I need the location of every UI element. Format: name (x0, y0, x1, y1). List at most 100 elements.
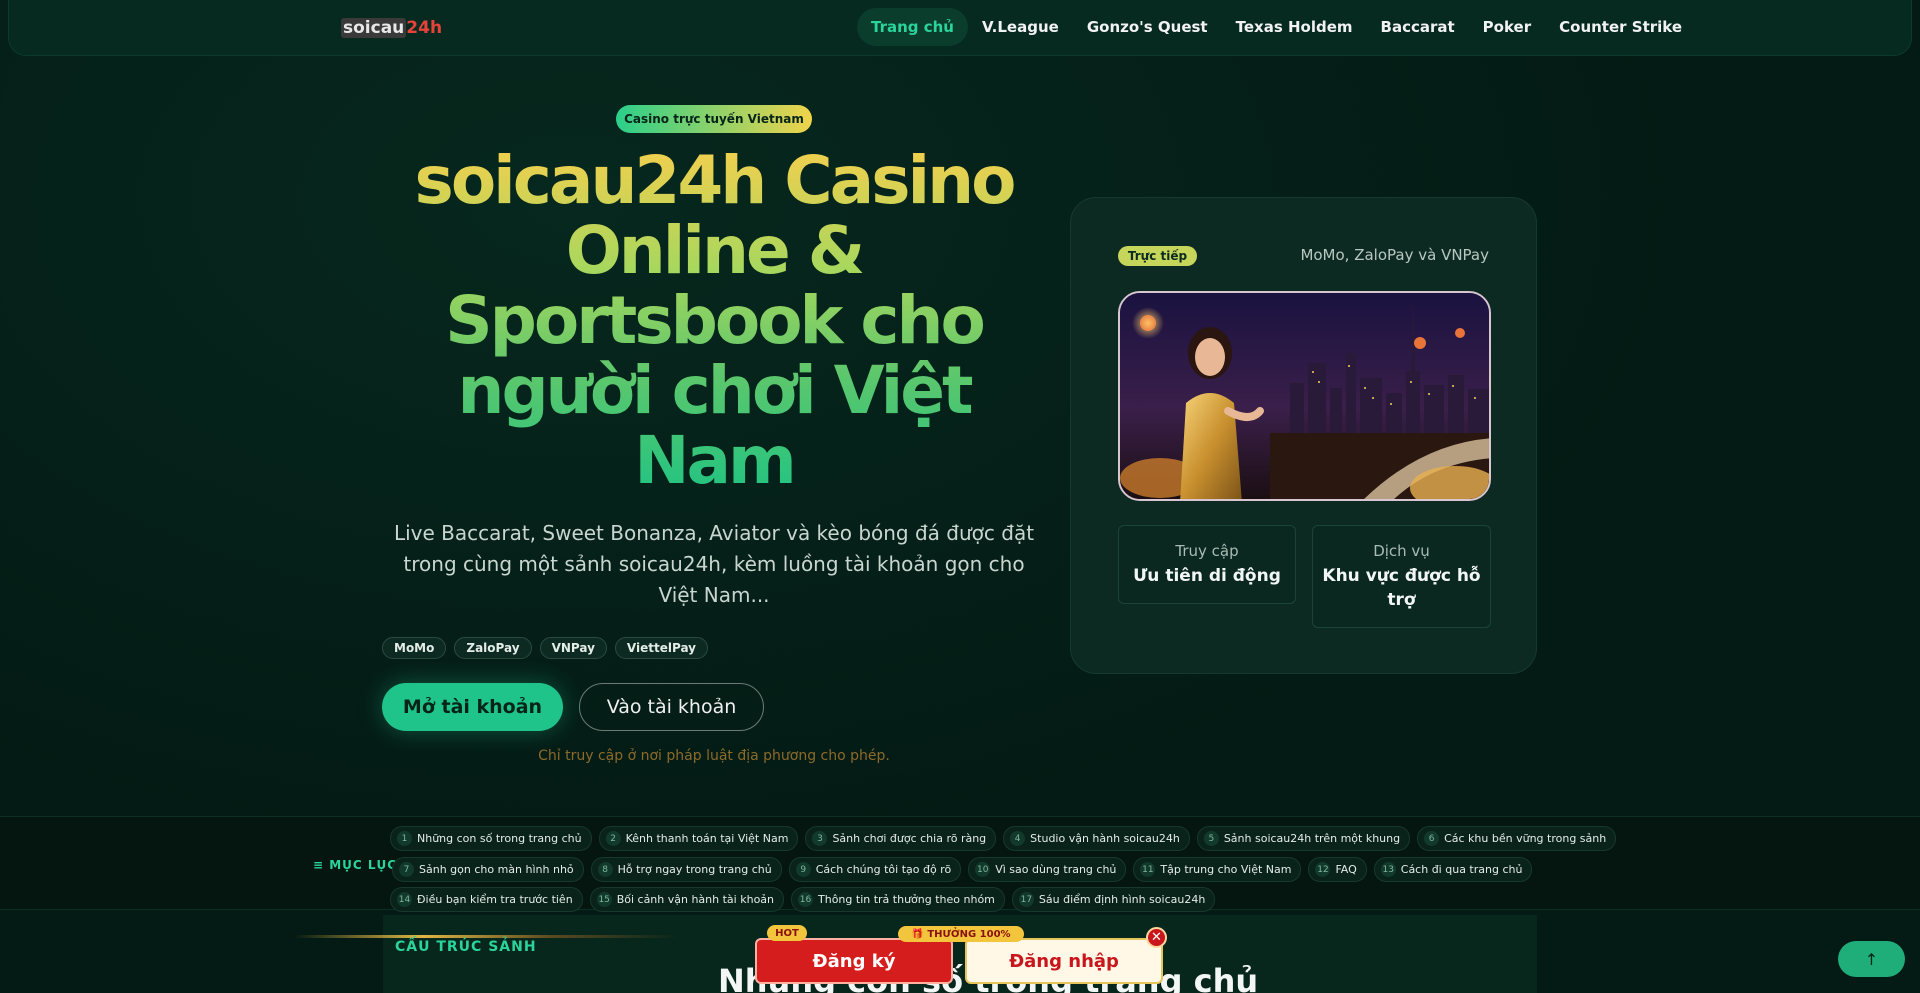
nav-links: Trang chủ V.League Gonzo's Quest Texas H… (857, 8, 1696, 46)
info-box-access-value: Ưu tiên di động (1133, 566, 1281, 586)
hero-title: soicau24h Casino Online & Sportsbook cho… (380, 146, 1048, 496)
payment-pills: MoMo ZaloPay VNPay ViettelPay (382, 637, 708, 659)
toc-row-1: 1 Những con số trong trang chủ 2 Kênh than… (390, 826, 1617, 851)
toc-item-label: Thông tin trả thưởng theo nhóm (818, 893, 995, 906)
hot-badge: HOT (767, 925, 807, 941)
toc-item[interactable]: 5 Sảnh soicau24h trên một khung (1196, 826, 1411, 851)
toc-item[interactable]: 15 Bối cảnh vận hành tài khoản (589, 887, 785, 912)
toc-item[interactable]: 6 Các khu bền vững trong sảnh (1417, 826, 1617, 851)
toc-item-number: 1 (397, 831, 412, 846)
toc-item-label: Cách đi qua trang chủ (1400, 863, 1523, 876)
toc-item-number: 2 (605, 831, 621, 846)
toc-label-text: MỤC LỤC (329, 858, 398, 872)
open-account-button[interactable]: Mở tài khoản (382, 683, 563, 731)
toc-item[interactable]: 4 Studio vận hành soicau24h (1003, 826, 1190, 851)
toc-item-label: Tập trung cho Việt Nam (1160, 863, 1292, 876)
card-payments-text: MoMo, ZaloPay và VNPay (1300, 246, 1489, 264)
toc-item-number: 3 (812, 831, 828, 846)
info-box-access: Truy cập Ưu tiên di động (1118, 525, 1296, 604)
toc-label: ≡ MỤC LỤC (313, 858, 397, 872)
hero-subtitle: Live Baccarat, Sweet Bonanza, Aviator và… (393, 521, 1035, 607)
toc-item-number: 4 (1010, 831, 1026, 846)
list-icon: ≡ (313, 858, 330, 872)
toc-item-number: 17 (1018, 892, 1034, 907)
toc-item[interactable]: 3 Sảnh chơi được chia rõ ràng (805, 826, 997, 851)
toc-item[interactable]: 16 Thông tin trả thưởng theo nhóm (791, 887, 1005, 912)
toc-item-label: Kênh thanh toán tại Việt Nam (625, 832, 789, 845)
toc-item-label: Điều bạn kiểm tra trước tiên (417, 893, 573, 906)
toc-item-label: Hỗ trợ ngay trong trang chủ (617, 863, 772, 876)
hero-card: Trực tiếp MoMo, ZaloPay và VNPay Truy cậ… (1070, 197, 1537, 674)
toc-item[interactable]: 9 Cách chúng tôi tạo độ rõ (788, 857, 962, 882)
table-of-contents: ≡ MỤC LỤC 1 Những con số trong trang chủ … (0, 816, 1920, 912)
toc-item-label: Sảnh gọn cho màn hình nhỏ (419, 863, 574, 876)
toc-item[interactable]: 14 Điều bạn kiểm tra trước tiên (390, 887, 583, 912)
toc-item-number: 16 (798, 892, 814, 907)
login-button[interactable]: Đăng nhập (965, 938, 1163, 984)
info-box-service-value: Khu vực được hỗ trợ (1322, 566, 1481, 610)
toc-item-number: 11 (1140, 862, 1156, 877)
logo-text-part1: soicau (341, 18, 407, 38)
toc-item[interactable]: 8 Hỗ trợ ngay trong trang chủ (590, 857, 782, 882)
nav-link-vleague[interactable]: V.League (968, 8, 1073, 46)
toc-item[interactable]: 7 Sảnh gọn cho màn hình nhỏ (392, 857, 584, 882)
section-eyebrow: CẤU TRÚC SẢNH (395, 939, 537, 955)
toc-item-number: 7 (399, 862, 414, 877)
bonus-badge: 🎁 THƯỞNG 100% (898, 926, 1024, 942)
arrow-up-icon: ↑ (1864, 949, 1879, 969)
hero-badge: Casino trực tuyến Vietnam (616, 105, 812, 133)
toc-item-label: Cách chúng tôi tạo độ rõ (815, 863, 952, 876)
toc-item[interactable]: 12 FAQ (1308, 857, 1367, 882)
toc-item-number: 9 (795, 862, 811, 877)
payment-pill-viettelpay: ViettelPay (614, 637, 708, 659)
toc-item[interactable]: 2 Kênh thanh toán tại Việt Nam (598, 826, 799, 851)
toc-item-label: FAQ (1335, 863, 1357, 876)
payment-pill-vnpay: VNPay (539, 637, 607, 659)
scroll-to-top-button[interactable]: ↑ (1838, 941, 1905, 977)
nav-link-counter-strike[interactable]: Counter Strike (1545, 8, 1696, 46)
legal-notice: Chỉ truy cập ở nơi pháp luật địa phương … (538, 748, 890, 764)
toc-item-label: Những con số trong trang chủ (417, 832, 582, 845)
hero-illustration (1120, 293, 1489, 499)
toc-item-number: 13 (1380, 862, 1396, 877)
payment-pill-momo: MoMo (382, 637, 447, 659)
toc-item-number: 14 (397, 892, 412, 907)
toc-item[interactable]: 1 Những con số trong trang chủ (390, 826, 592, 851)
toc-item[interactable]: 13 Cách đi qua trang chủ (1373, 857, 1533, 882)
toc-item-number: 8 (597, 862, 613, 877)
top-nav: soicau 24h Trang chủ V.League Gonzo's Que… (8, 0, 1912, 56)
toc-item[interactable]: 11 Tập trung cho Việt Nam (1133, 857, 1302, 882)
payment-pill-zalopay: ZaloPay (454, 637, 532, 659)
toc-item-label: Bối cảnh vận hành tài khoản (616, 893, 775, 906)
nav-link-texas-holdem[interactable]: Texas Holdem (1222, 8, 1367, 46)
toc-item-label: Studio vận hành soicau24h (1030, 832, 1180, 845)
toc-item-number: 10 (975, 862, 991, 877)
toc-item-number: 6 (1424, 831, 1440, 846)
nav-link-home[interactable]: Trang chủ (857, 8, 968, 46)
toc-item[interactable]: 17 Sáu điểm định hình soicau24h (1011, 887, 1216, 912)
live-tag: Trực tiếp (1118, 246, 1197, 266)
toc-item-number: 15 (596, 892, 612, 907)
info-box-service-label: Dịch vụ (1373, 542, 1430, 560)
hero-image (1118, 291, 1491, 501)
toc-item[interactable]: 10 Vì sao dùng trang chủ (968, 857, 1127, 882)
toc-item-label: Sáu điểm định hình soicau24h (1038, 893, 1206, 906)
gold-divider (294, 935, 680, 938)
toc-item-label: Sảnh soicau24h trên một khung (1223, 832, 1401, 845)
nav-link-gonzos-quest[interactable]: Gonzo's Quest (1073, 8, 1222, 46)
info-box-service: Dịch vụ Khu vực được hỗ trợ (1312, 525, 1491, 628)
toc-item-label: Vì sao dùng trang chủ (995, 863, 1117, 876)
site-logo[interactable]: soicau 24h (341, 16, 442, 40)
toc-row-3: 14 Điều bạn kiểm tra trước tiên 15 Bối cản… (390, 887, 1216, 912)
login-account-button[interactable]: Vào tài khoản (579, 683, 764, 731)
toc-item-number: 12 (1315, 862, 1331, 877)
close-icon[interactable]: ✕ (1146, 927, 1167, 948)
nav-link-poker[interactable]: Poker (1469, 8, 1545, 46)
nav-link-baccarat[interactable]: Baccarat (1367, 8, 1469, 46)
register-button[interactable]: Đăng ký (755, 938, 953, 984)
toc-item-number: 5 (1203, 831, 1219, 846)
toc-item-label: Các khu bền vững trong sảnh (1444, 832, 1607, 845)
toc-row-2: 7 Sảnh gọn cho màn hình nhỏ 8 Hỗ trợ ngay … (392, 857, 1533, 882)
logo-text-part2: 24h (406, 18, 443, 38)
toc-item-label: Sảnh chơi được chia rõ ràng (832, 832, 987, 845)
